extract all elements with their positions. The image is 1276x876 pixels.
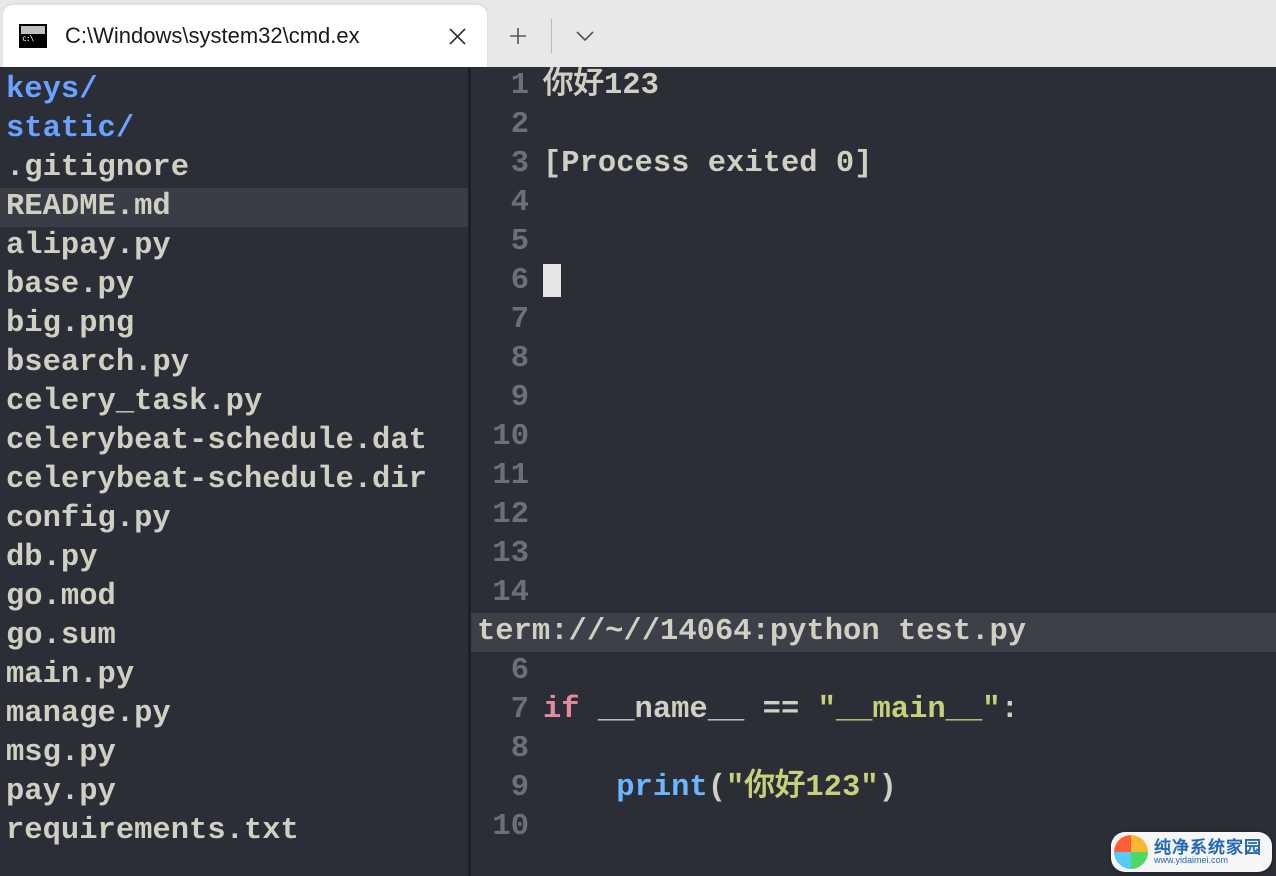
terminal-line: 5 — [471, 223, 1276, 262]
line-number: 12 — [471, 496, 543, 535]
close-icon[interactable] — [439, 18, 475, 54]
watermark-url: www.yidaimei.com — [1154, 856, 1262, 865]
line-number: 7 — [471, 301, 543, 340]
terminal-line-content — [543, 535, 1276, 574]
code-line: 8 — [471, 730, 1276, 769]
file-item[interactable]: config.py — [0, 500, 468, 539]
terminal-line: 13 — [471, 535, 1276, 574]
terminal-line-content — [543, 340, 1276, 379]
terminal-line: 12 — [471, 496, 1276, 535]
terminal-line-content: 你好123 — [543, 67, 1276, 106]
code-line-content — [543, 730, 1276, 769]
code-line: 9 print("你好123") — [471, 769, 1276, 808]
titlebar-divider — [551, 19, 552, 53]
code-pane[interactable]: 67if __name__ == "__main__":89 print("你好… — [471, 652, 1276, 847]
file-item[interactable]: bsearch.py — [0, 344, 468, 383]
file-item[interactable]: go.sum — [0, 617, 468, 656]
file-item[interactable]: base.py — [0, 266, 468, 305]
terminal-line-content — [543, 457, 1276, 496]
file-item[interactable]: celerybeat-schedule.dir — [0, 461, 468, 500]
new-tab-button[interactable] — [487, 5, 549, 67]
code-line-content — [543, 652, 1276, 691]
code-line: 7if __name__ == "__main__": — [471, 691, 1276, 730]
terminal-line-content — [543, 496, 1276, 535]
cmd-icon — [19, 24, 47, 48]
tab-dropdown-button[interactable] — [554, 5, 616, 67]
file-item[interactable]: alipay.py — [0, 227, 468, 266]
terminal-line: 3[Process exited 0] — [471, 145, 1276, 184]
code-line-content: print("你好123") — [543, 769, 1276, 808]
file-item[interactable]: main.py — [0, 656, 468, 695]
file-item[interactable]: manage.py — [0, 695, 468, 734]
titlebar: C:\Windows\system32\cmd.ex — [0, 0, 1276, 67]
terminal-line: 6 — [471, 262, 1276, 301]
terminal-line: 8 — [471, 340, 1276, 379]
editor-area: 1你好12323[Process exited 0]45678910111213… — [471, 67, 1276, 876]
line-number: 4 — [471, 184, 543, 223]
line-number: 8 — [471, 340, 543, 379]
file-tree[interactable]: keys/static/.gitignoreREADME.mdalipay.py… — [0, 67, 468, 876]
line-number: 9 — [471, 769, 543, 808]
terminal-line-content — [543, 106, 1276, 145]
line-number: 8 — [471, 730, 543, 769]
code-line: 6 — [471, 652, 1276, 691]
line-number: 5 — [471, 223, 543, 262]
terminal-line-content — [543, 418, 1276, 457]
line-number: 2 — [471, 106, 543, 145]
terminal-line-content — [543, 184, 1276, 223]
terminal-line-content — [543, 379, 1276, 418]
line-number: 7 — [471, 691, 543, 730]
terminal-line: 2 — [471, 106, 1276, 145]
terminal-line: 7 — [471, 301, 1276, 340]
tab-active[interactable]: C:\Windows\system32\cmd.ex — [3, 5, 487, 67]
file-item[interactable]: keys/ — [0, 71, 468, 110]
terminal-line-content — [543, 223, 1276, 262]
file-item[interactable]: celery_task.py — [0, 383, 468, 422]
terminal-line: 11 — [471, 457, 1276, 496]
line-number: 11 — [471, 457, 543, 496]
file-item[interactable]: db.py — [0, 539, 468, 578]
file-item[interactable]: go.mod — [0, 578, 468, 617]
terminal-line: 10 — [471, 418, 1276, 457]
file-item[interactable]: static/ — [0, 110, 468, 149]
watermark-logo-icon — [1114, 835, 1148, 869]
terminal-line: 14 — [471, 574, 1276, 613]
file-item[interactable]: requirements.txt — [0, 812, 468, 851]
code-line-content: if __name__ == "__main__": — [543, 691, 1276, 730]
line-number: 14 — [471, 574, 543, 613]
terminal-cursor — [543, 264, 561, 297]
terminal-pane[interactable]: 1你好12323[Process exited 0]45678910111213… — [471, 67, 1276, 652]
watermark-title: 纯净系统家园 — [1154, 839, 1262, 856]
line-number: 9 — [471, 379, 543, 418]
workspace: keys/static/.gitignoreREADME.mdalipay.py… — [0, 67, 1276, 876]
terminal-line-content — [543, 262, 1276, 301]
terminal-status: term://~//14064:python test.py — [471, 613, 1276, 652]
terminal-line: 4 — [471, 184, 1276, 223]
line-number: 1 — [471, 67, 543, 106]
watermark: 纯净系统家园 www.yidaimei.com — [1111, 832, 1272, 872]
terminal-line-content: [Process exited 0] — [543, 145, 1276, 184]
line-number: 13 — [471, 535, 543, 574]
line-number: 10 — [471, 808, 543, 847]
terminal-line-content — [543, 301, 1276, 340]
terminal-line-content — [543, 574, 1276, 613]
file-item[interactable]: .gitignore — [0, 149, 468, 188]
file-item[interactable]: msg.py — [0, 734, 468, 773]
file-item[interactable]: celerybeat-schedule.dat — [0, 422, 468, 461]
file-item[interactable]: README.md — [0, 188, 468, 227]
file-item[interactable]: big.png — [0, 305, 468, 344]
terminal-line: 9 — [471, 379, 1276, 418]
terminal-line: 1你好123 — [471, 67, 1276, 106]
line-number: 3 — [471, 145, 543, 184]
tab-title: C:\Windows\system32\cmd.ex — [65, 23, 439, 49]
line-number: 6 — [471, 652, 543, 691]
line-number: 10 — [471, 418, 543, 457]
file-item[interactable]: pay.py — [0, 773, 468, 812]
line-number: 6 — [471, 262, 543, 301]
